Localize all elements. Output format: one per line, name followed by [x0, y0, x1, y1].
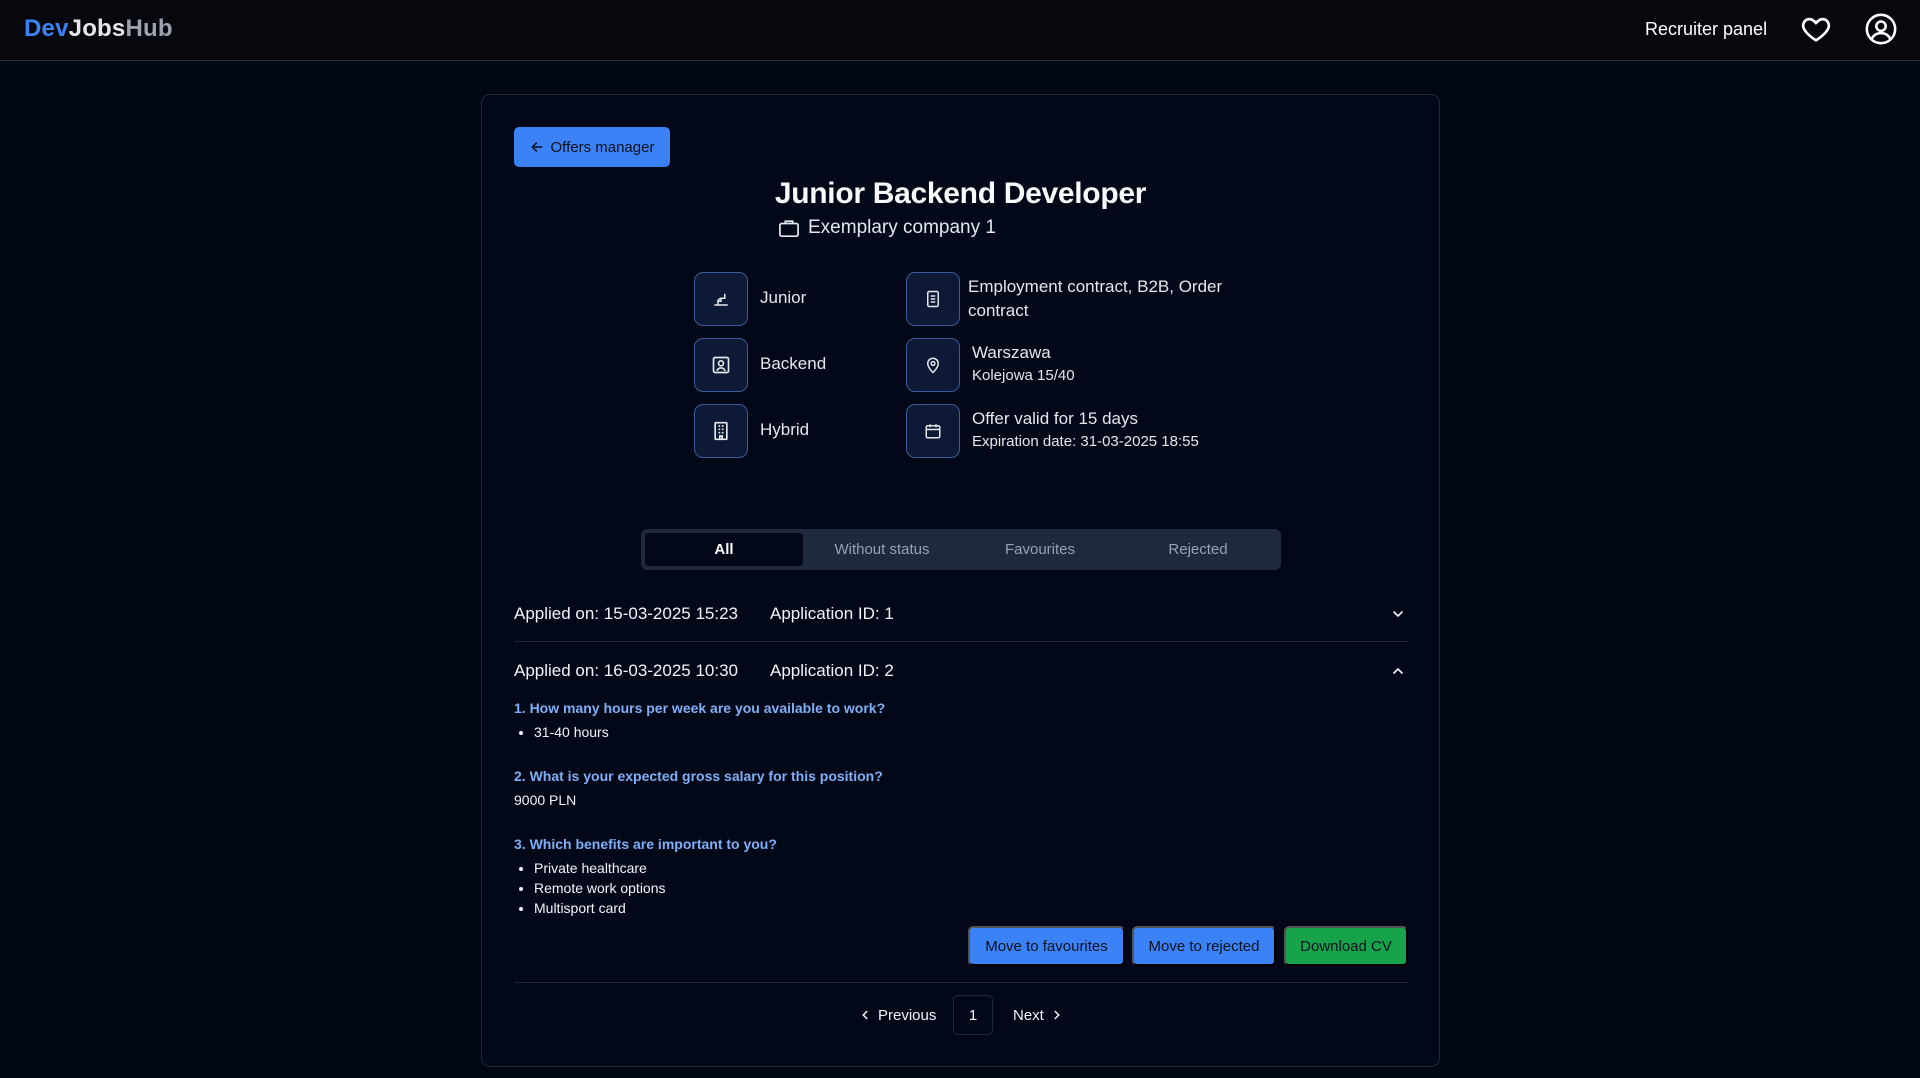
company-name: Exemplary company 1 [808, 217, 996, 238]
recruiter-panel-link[interactable]: Recruiter panel [1645, 19, 1767, 40]
user-square-icon [712, 356, 730, 374]
logo-jobs: Jobs [68, 15, 126, 42]
logo-hub: Hub [125, 15, 173, 42]
divider [514, 982, 1408, 983]
validity-tile [906, 404, 960, 458]
chevron-up-icon[interactable] [1390, 663, 1406, 679]
chevron-left-icon [862, 1010, 868, 1020]
work-mode-tile [694, 404, 748, 458]
previous-page-button[interactable]: Previous [858, 995, 936, 1035]
question-3: 3. Which benefits are important to you? [514, 836, 777, 852]
work-mode-label: Hybrid [760, 420, 810, 439]
chevron-down-icon[interactable] [1390, 606, 1406, 622]
tab-favourites[interactable]: Favourites [961, 533, 1119, 566]
category-tile [694, 338, 748, 392]
back-button-label: Offers manager [550, 138, 655, 156]
heart-icon[interactable] [1800, 13, 1832, 45]
next-label: Next [1013, 1006, 1044, 1024]
offers-manager-back-button[interactable]: Offers manager [514, 127, 670, 167]
job-title: Junior Backend Developer [774, 177, 1147, 210]
move-to-favourites-button[interactable]: Move to favourites [968, 926, 1125, 966]
calendar-icon [925, 424, 941, 439]
signal-steps-icon [714, 293, 728, 306]
category-label: Backend [760, 354, 827, 373]
next-page-button[interactable]: Next [1013, 995, 1064, 1035]
offer-card: Offers manager Junior Backend Developer … [481, 94, 1440, 1067]
chevron-right-icon [1054, 1010, 1060, 1020]
briefcase-icon [779, 220, 799, 238]
level-tile [694, 272, 748, 326]
tab-rejected[interactable]: Rejected [1119, 533, 1277, 566]
page-number-1[interactable]: 1 [953, 995, 993, 1035]
expiration-label: Expiration date: 31-03-2025 18:55 [972, 433, 1199, 450]
application-row-1[interactable]: Applied on: 15-03-2025 15:23 Application… [514, 594, 1408, 634]
top-navbar: DevJobsHub Recruiter panel [0, 0, 1920, 61]
user-circle-icon[interactable] [1864, 12, 1898, 46]
building-icon [714, 421, 728, 441]
move-to-rejected-button[interactable]: Move to rejected [1132, 926, 1276, 966]
contract-tile [906, 272, 960, 326]
question-1: 1. How many hours per week are you avail… [514, 700, 886, 716]
level-label: Junior [760, 288, 807, 307]
contract-label: Employment contract, B2B, Order contract [968, 277, 1223, 320]
previous-label: Previous [878, 1006, 937, 1024]
map-pin-icon [926, 357, 940, 374]
arrow-left-icon [531, 142, 542, 152]
answer-list-1: 31-40 hours [534, 722, 609, 742]
answer-item: Multisport card [534, 898, 666, 918]
document-icon [927, 290, 939, 308]
application-id: Application ID: 1 [770, 604, 894, 623]
application-row-2[interactable]: Applied on: 16-03-2025 10:30 Application… [514, 651, 1408, 691]
logo-dev: Dev [24, 15, 69, 42]
answer-item: Private healthcare [534, 858, 666, 878]
validity-label: Offer valid for 15 days [972, 409, 1138, 428]
divider [514, 641, 1408, 642]
question-2: 2. What is your expected gross salary fo… [514, 768, 883, 784]
download-cv-button[interactable]: Download CV [1284, 926, 1408, 966]
answer-item: Remote work options [534, 878, 666, 898]
applications-filter-tabs: All Without status Favourites Rejected [641, 529, 1281, 570]
address-label: Kolejowa 15/40 [972, 367, 1075, 384]
logo[interactable]: DevJobsHub [24, 15, 173, 43]
company-name-row: Exemplary company 1 [778, 217, 996, 239]
tab-all[interactable]: All [645, 533, 803, 566]
answer-2: 9000 PLN [514, 792, 577, 808]
application-id: Application ID: 2 [770, 661, 894, 680]
applied-date: Applied on: 16-03-2025 10:30 [514, 661, 739, 680]
tab-without-status[interactable]: Without status [803, 533, 961, 566]
location-tile [906, 338, 960, 392]
applied-date: Applied on: 15-03-2025 15:23 [514, 604, 739, 623]
city-label: Warszawa [972, 343, 1051, 362]
answer-list-3: Private healthcare Remote work options M… [534, 858, 666, 918]
answer-item: 31-40 hours [534, 722, 609, 742]
